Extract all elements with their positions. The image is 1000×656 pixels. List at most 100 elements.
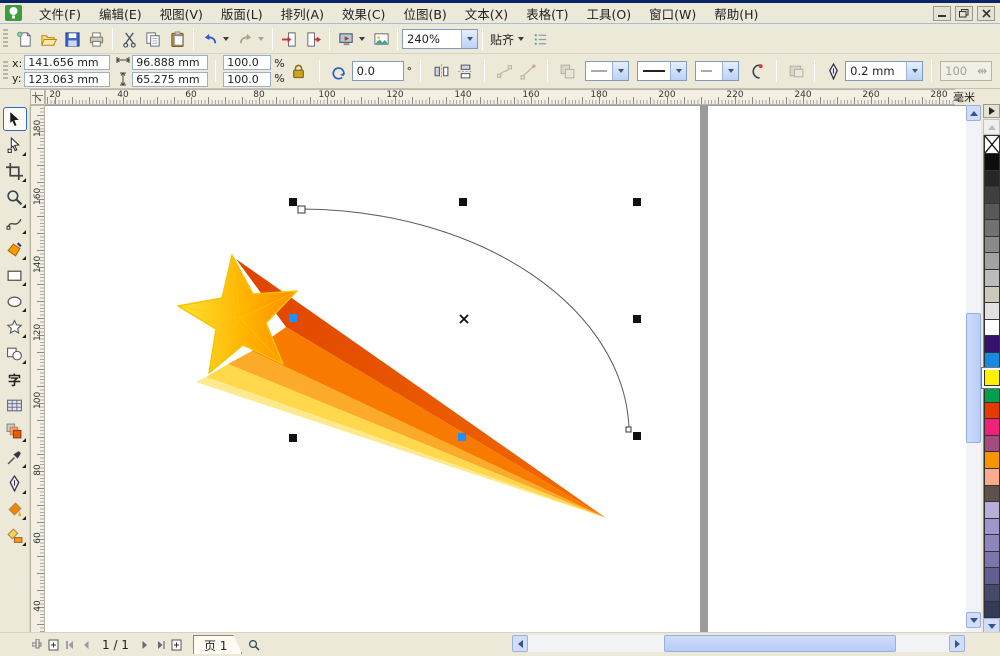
tool-outline-pen[interactable] bbox=[3, 471, 27, 495]
print-button[interactable] bbox=[84, 28, 108, 50]
tool-table[interactable] bbox=[3, 393, 27, 417]
palette-scroll-up-button[interactable] bbox=[983, 119, 1000, 135]
palette-swatch-pink[interactable] bbox=[984, 468, 1000, 486]
palette-swatch-magenta[interactable] bbox=[984, 419, 1000, 436]
ruler-cross-icon[interactable] bbox=[30, 637, 46, 653]
node-marker-bottom[interactable] bbox=[458, 433, 466, 441]
outline-style-combo[interactable] bbox=[637, 61, 688, 81]
palette-swatch-dark-brown[interactable] bbox=[984, 485, 1000, 503]
tool-smart-fill[interactable] bbox=[3, 237, 27, 261]
tool-blend[interactable] bbox=[3, 419, 27, 443]
zoom-navigator-button[interactable] bbox=[246, 637, 262, 653]
horizontal-ruler[interactable]: 20 40 60 80 100 120 140 160 180 200 220 240 260 280 bbox=[45, 89, 955, 105]
minimize-button[interactable] bbox=[933, 5, 951, 21]
handle-top-right[interactable] bbox=[633, 198, 641, 206]
lock-ratio-button[interactable] bbox=[287, 60, 311, 82]
palette-swatch-40-black[interactable] bbox=[984, 253, 1000, 271]
page-tab[interactable]: 页 1 bbox=[193, 635, 242, 654]
end-arrowhead-combo[interactable] bbox=[695, 61, 740, 81]
palette-flyout-button[interactable] bbox=[983, 104, 1000, 118]
palette-swatch-slate[interactable] bbox=[984, 551, 1000, 569]
palette-swatch-90-black[interactable] bbox=[984, 170, 1000, 188]
palette-swatch-30-black[interactable] bbox=[984, 270, 1000, 287]
open-button[interactable] bbox=[36, 28, 60, 50]
menu-arrange[interactable]: 排列(A) bbox=[272, 5, 333, 24]
node-marker-left[interactable] bbox=[289, 314, 297, 322]
last-page-button[interactable] bbox=[153, 637, 169, 653]
application-launcher-dropdown-arrow[interactable] bbox=[359, 37, 365, 41]
mirror-vertical-button[interactable] bbox=[453, 60, 477, 82]
palette-swatch-red[interactable] bbox=[984, 402, 1000, 420]
tool-rectangle[interactable] bbox=[3, 263, 27, 287]
end-arrowhead-arrow[interactable] bbox=[722, 62, 739, 80]
menu-layout[interactable]: 版面(L) bbox=[212, 5, 272, 24]
propbar-grip[interactable] bbox=[3, 61, 8, 81]
handle-middle-right[interactable] bbox=[633, 315, 641, 323]
menu-view[interactable]: 视图(V) bbox=[151, 5, 212, 24]
mirror-horizontal-button[interactable] bbox=[429, 60, 453, 82]
snap-dropdown-arrow[interactable] bbox=[518, 37, 525, 41]
snap-to-button[interactable]: 贴齐 bbox=[487, 31, 517, 48]
palette-swatch-violet[interactable] bbox=[984, 336, 1000, 353]
palette-swatch-black[interactable] bbox=[984, 154, 1000, 171]
vertical-scroll-thumb[interactable] bbox=[966, 313, 981, 443]
toolbar-grip[interactable] bbox=[3, 29, 8, 49]
outline-width-arrow[interactable] bbox=[906, 62, 923, 80]
outline-style-arrow[interactable] bbox=[670, 62, 687, 80]
x-position-field[interactable]: 141.656 mm bbox=[24, 55, 111, 70]
new-document-button[interactable] bbox=[12, 28, 36, 50]
palette-swatch-white[interactable] bbox=[984, 319, 1000, 337]
rotation-angle-field[interactable]: 0.0 bbox=[351, 61, 404, 81]
scroll-down-button[interactable] bbox=[966, 612, 981, 628]
import-button[interactable] bbox=[277, 28, 301, 50]
vertical-ruler[interactable]: 180 160 140 120 100 80 60 40 bbox=[30, 105, 45, 632]
horizontal-scroll-thumb[interactable] bbox=[664, 635, 896, 652]
scroll-left-button[interactable] bbox=[512, 635, 528, 652]
first-page-button[interactable] bbox=[62, 637, 78, 653]
handle-bottom-left[interactable] bbox=[289, 434, 297, 442]
menu-file[interactable]: 文件(F) bbox=[30, 5, 90, 24]
palette-swatch-orange[interactable] bbox=[984, 452, 1000, 469]
palette-swatch-navy[interactable] bbox=[984, 585, 1000, 602]
behind-fill-button[interactable] bbox=[784, 60, 808, 82]
edit-nodes-button[interactable] bbox=[492, 60, 516, 82]
tool-pick[interactable] bbox=[2, 107, 27, 131]
curve-end-node[interactable] bbox=[625, 426, 632, 433]
export-button[interactable] bbox=[301, 28, 325, 50]
palette-swatch-20-black[interactable] bbox=[984, 286, 1000, 304]
menu-effects[interactable]: 效果(C) bbox=[333, 5, 394, 24]
copy-button[interactable] bbox=[141, 28, 165, 50]
menu-bitmaps[interactable]: 位图(B) bbox=[394, 5, 455, 24]
palette-swatch-lavender[interactable] bbox=[984, 518, 1000, 536]
palette-swatch-no-color[interactable] bbox=[984, 135, 1000, 154]
tool-polygon[interactable] bbox=[3, 315, 27, 339]
scroll-up-button[interactable] bbox=[966, 105, 981, 121]
restore-button[interactable] bbox=[955, 5, 973, 21]
tool-fill[interactable] bbox=[3, 497, 27, 521]
selection-center-mark[interactable] bbox=[459, 314, 469, 324]
menu-window[interactable]: 窗口(W) bbox=[640, 5, 705, 24]
menu-table[interactable]: 表格(T) bbox=[517, 5, 577, 24]
tool-freehand[interactable] bbox=[3, 211, 27, 235]
palette-swatch-dark-slate[interactable] bbox=[984, 568, 1000, 586]
scroll-right-button[interactable] bbox=[949, 635, 965, 652]
redo-button[interactable] bbox=[233, 28, 257, 50]
cut-button[interactable] bbox=[117, 28, 141, 50]
undo-button[interactable] bbox=[198, 28, 222, 50]
palette-swatch-purple[interactable] bbox=[984, 435, 1000, 453]
wrap-text-button[interactable] bbox=[555, 60, 579, 82]
object-height-field[interactable]: 65.275 mm bbox=[132, 72, 209, 87]
tool-shape[interactable] bbox=[3, 133, 27, 157]
vertical-scrollbar[interactable] bbox=[966, 105, 981, 632]
welcome-screen-button[interactable] bbox=[369, 28, 393, 50]
zoom-level-combo[interactable]: 240% bbox=[402, 29, 478, 49]
object-width-field[interactable]: 96.888 mm bbox=[132, 55, 209, 70]
palette-swatch-blue[interactable] bbox=[984, 352, 1000, 370]
options-button[interactable] bbox=[528, 28, 552, 50]
close-curve-button[interactable] bbox=[745, 60, 769, 82]
previous-page-button[interactable] bbox=[78, 637, 94, 653]
palette-swatch-10-black[interactable] bbox=[984, 303, 1000, 320]
menu-tools[interactable]: 工具(O) bbox=[578, 5, 641, 24]
tool-eyedropper[interactable] bbox=[3, 445, 27, 469]
add-page-right-button[interactable] bbox=[169, 637, 185, 653]
